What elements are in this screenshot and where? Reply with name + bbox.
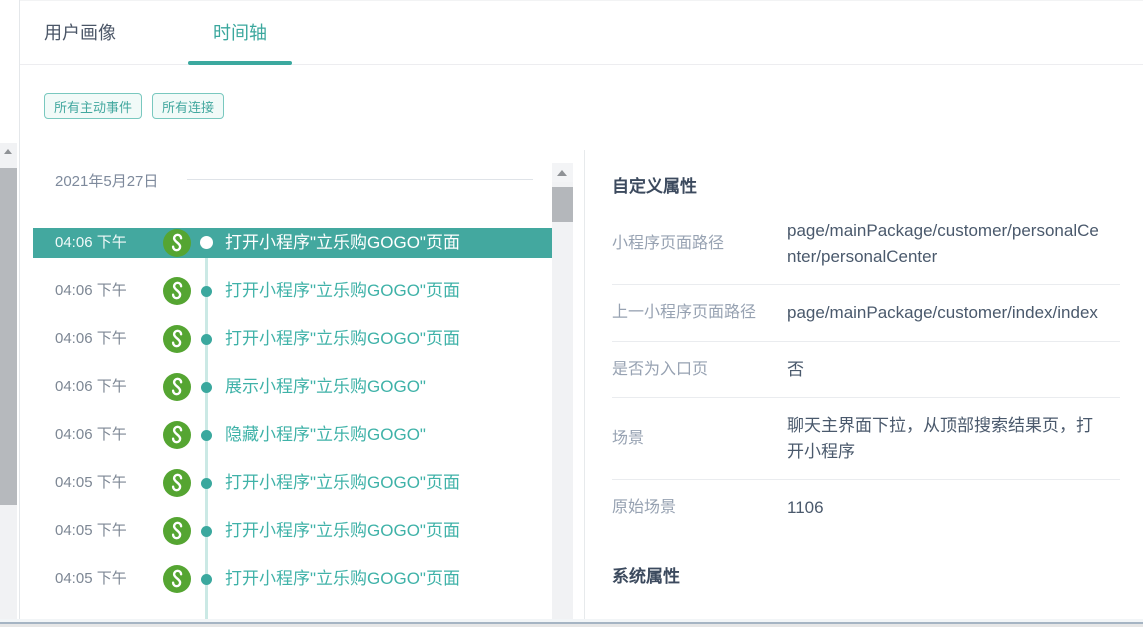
timeline-dot-icon [201,382,212,393]
attribute-row: 原始场景 1106 [612,480,1120,536]
scroll-up-arrow-icon[interactable] [552,163,573,182]
timeline-dot-icon [200,236,213,249]
miniprogram-icon [163,373,191,401]
miniprogram-icon [163,229,191,257]
event-time: 04:06 下午 [55,276,127,306]
event-details-panel: 自定义属性 小程序页面路径 page/mainPackage/customer/… [612,150,1120,587]
attribute-label: 上一小程序页面路径 [612,301,787,324]
tab-user-portrait[interactable]: 用户画像 [44,0,116,64]
scroll-up-arrow-icon[interactable] [0,143,17,161]
event-label: 打开小程序"立乐购GOGO"页面 [225,324,460,354]
attribute-value: 1106 [787,495,1107,521]
attribute-rows: 小程序页面路径 page/mainPackage/customer/person… [612,203,1120,536]
event-label: 打开小程序"立乐购GOGO"页面 [225,276,460,306]
attribute-row: 上一小程序页面路径 page/mainPackage/customer/inde… [612,285,1120,342]
filter-all-active-events[interactable]: 所有主动事件 [44,93,142,119]
attribute-value: page/mainPackage/customer/index/index [787,300,1107,326]
timeline-event-row[interactable]: 04:06 下午 隐藏小程序"立乐购GOGO" [33,420,552,450]
panel-divider [584,150,585,620]
event-time: 04:06 下午 [55,372,127,402]
left-panel-edge [0,0,20,627]
filter-all-connections[interactable]: 所有连接 [152,93,224,119]
timeline-dot-icon [201,478,212,489]
attribute-row: 小程序页面路径 page/mainPackage/customer/person… [612,203,1120,285]
event-time: 04:06 下午 [55,228,127,258]
timeline-date-header: 2021年5月27日 [55,170,158,191]
timeline-event-row[interactable]: 04:05 下午 打开小程序"立乐购GOGO"页面 [33,516,552,546]
event-label: 打开小程序"立乐购GOGO"页面 [225,564,460,594]
attribute-label: 小程序页面路径 [612,232,787,255]
event-time: 04:06 下午 [55,420,127,450]
attribute-row: 是否为入口页 否 [612,342,1120,399]
attribute-label: 原始场景 [612,496,787,519]
attribute-value: 否 [787,357,1107,383]
split-content: 2021年5月27日 04:06 下午 打开小程序"立乐购GOGO"页面 04:… [20,150,1143,620]
timeline-dot-icon [201,286,212,297]
custom-attributes-heading: 自定义属性 [612,150,1120,197]
list-vertical-scrollbar[interactable] [552,163,573,620]
timeline-dot-icon [201,334,212,345]
miniprogram-icon [163,469,191,497]
date-divider-line [187,179,533,180]
timeline-event-row[interactable]: 04:06 下午 展示小程序"立乐购GOGO" [33,372,552,402]
timeline-event-row[interactable]: 04:06 下午 打开小程序"立乐购GOGO"页面 [33,276,552,306]
event-time: 04:05 下午 [55,468,127,498]
tab-timeline[interactable]: 时间轴 [188,0,292,64]
outer-scrollbar-thumb[interactable] [0,168,17,505]
tab-bar: 用户画像 时间轴 [20,0,1143,65]
event-label: 展示小程序"立乐购GOGO" [225,372,426,402]
attribute-value: page/mainPackage/customer/personalCenter… [787,218,1107,269]
timeline-event-row[interactable]: 04:05 下午 打开小程序"立乐购GOGO"页面 [33,564,552,594]
timeline-event-row[interactable]: 04:06 下午 打开小程序"立乐购GOGO"页面 [33,324,552,354]
timeline-dot-icon [201,430,212,441]
attribute-label: 场景 [612,427,787,450]
timeline-panel: 用户画像 时间轴 所有主动事件 所有连接 2021年5月27日 04:06 下午… [20,0,1143,620]
event-time: 04:05 下午 [55,564,127,594]
system-attributes-heading: 系统属性 [612,562,1120,587]
window-bottom-edge [0,619,1143,627]
event-label: 隐藏小程序"立乐购GOGO" [225,420,426,450]
timeline-dot-icon [201,574,212,585]
event-time: 04:05 下午 [55,516,127,546]
attribute-value: 聊天主界面下拉，从顶部搜索结果页，打开小程序 [787,413,1107,464]
timeline-dot-icon [201,526,212,537]
list-scrollbar-thumb[interactable] [552,187,573,222]
event-label: 打开小程序"立乐购GOGO"页面 [225,468,460,498]
miniprogram-icon [163,325,191,353]
miniprogram-icon [163,565,191,593]
timeline-rows: 04:06 下午 打开小程序"立乐购GOGO"页面 04:06 下午 打开小程序… [33,228,552,612]
miniprogram-icon [163,517,191,545]
filter-chip-group: 所有主动事件 所有连接 [44,93,224,119]
miniprogram-icon [163,277,191,305]
attribute-label: 是否为入口页 [612,358,787,381]
timeline-event-list: 2021年5月27日 04:06 下午 打开小程序"立乐购GOGO"页面 04:… [33,150,552,620]
timeline-event-row[interactable]: 04:05 下午 打开小程序"立乐购GOGO"页面 [33,468,552,498]
miniprogram-icon [163,421,191,449]
event-label: 打开小程序"立乐购GOGO"页面 [225,228,460,258]
event-label: 打开小程序"立乐购GOGO"页面 [225,516,460,546]
outer-vertical-scrollbar[interactable] [0,143,17,627]
event-time: 04:06 下午 [55,324,127,354]
attribute-row: 场景 聊天主界面下拉，从顶部搜索结果页，打开小程序 [612,398,1120,480]
timeline-event-row[interactable]: 04:06 下午 打开小程序"立乐购GOGO"页面 [33,228,552,258]
